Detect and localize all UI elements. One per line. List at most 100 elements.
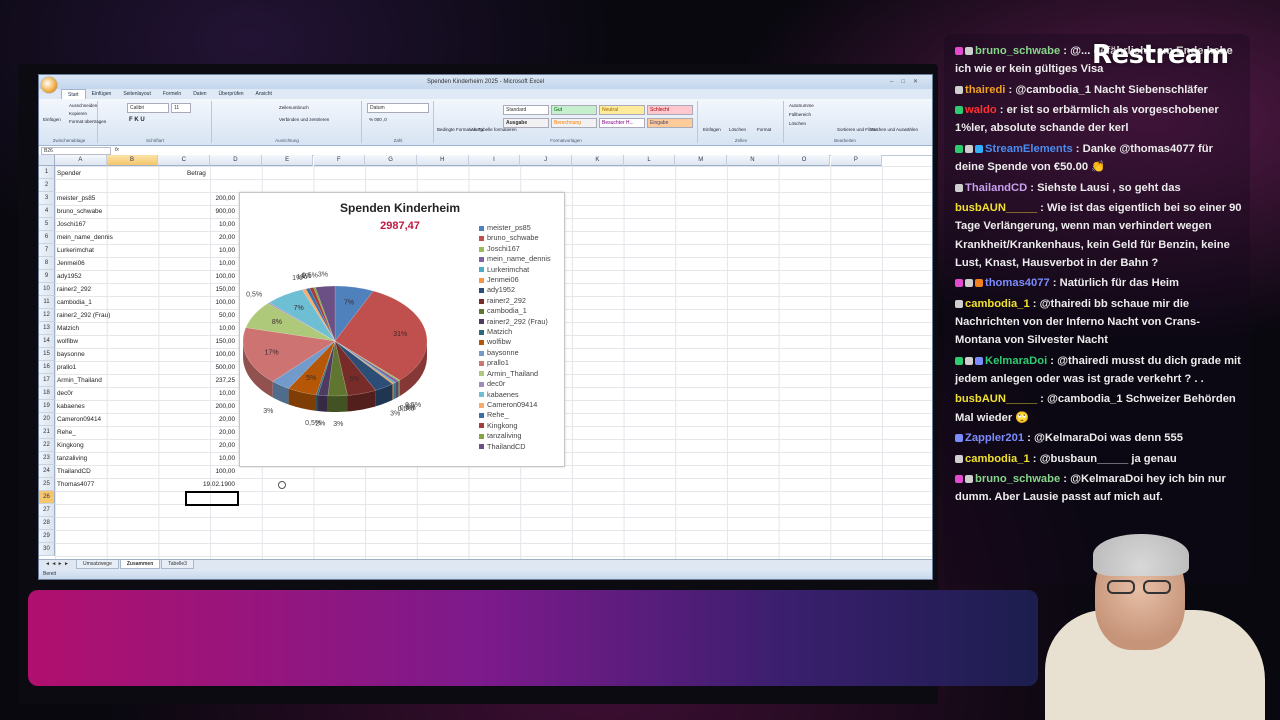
chat-username[interactable]: busbAUN_____ [955, 393, 1037, 405]
row-header[interactable]: 3 [39, 192, 55, 205]
cell-spender[interactable]: Lurkerimchat [57, 244, 94, 256]
row-header[interactable]: 30 [39, 543, 55, 556]
column-header[interactable]: K [572, 155, 624, 166]
cell-spender[interactable]: Thomas4077 [57, 478, 94, 490]
font-size-select[interactable]: 11 [171, 103, 191, 113]
column-header[interactable]: N [727, 155, 779, 166]
chat-username[interactable]: bruno_schwabe [975, 45, 1060, 57]
cell-betrag[interactable]: 200,00 [185, 192, 235, 204]
column-header[interactable]: M [675, 155, 728, 166]
cell-betrag[interactable]: 10,00 [185, 244, 235, 256]
clear-button[interactable]: Löschen [789, 121, 806, 126]
window-controls[interactable]: –□✕ [890, 78, 926, 85]
fx-icon[interactable]: fx [115, 147, 119, 153]
header-betrag[interactable]: Betrag [187, 167, 206, 179]
cell-betrag[interactable]: 10,00 [185, 387, 235, 399]
column-header[interactable]: P [830, 155, 883, 166]
column-header[interactable]: E [261, 155, 314, 166]
cell-betrag[interactable]: 237,25 [185, 374, 235, 386]
row-header[interactable]: 9 [39, 270, 55, 283]
row-header[interactable]: 29 [39, 530, 55, 543]
row-header[interactable]: 15 [39, 348, 55, 361]
column-header[interactable]: B [106, 155, 159, 166]
row-header[interactable]: 17 [39, 374, 55, 387]
cell-betrag[interactable]: 900,00 [185, 205, 235, 217]
cell-betrag[interactable]: 150,00 [185, 283, 235, 295]
select-all-corner[interactable] [39, 155, 55, 166]
ribbon-tab[interactable]: Seitenlayout [117, 89, 157, 99]
row-header[interactable]: 13 [39, 322, 55, 335]
pie-chart[interactable]: 7% 31% 0,5% 1% 0,5% 0,5% 3% 5% 3% 2% 0,5% 5% 3% 17% 8%… [239, 192, 565, 467]
style-schlecht[interactable]: Schlecht [647, 105, 693, 115]
row-header[interactable]: 12 [39, 309, 55, 322]
office-button[interactable] [41, 77, 57, 93]
chat-username[interactable]: thairedi [965, 84, 1005, 96]
chat-username[interactable]: KelmaraDoi [985, 355, 1047, 367]
column-header[interactable]: A [55, 155, 107, 166]
cell-spender[interactable]: prallo1 [57, 361, 76, 373]
sheet-tab[interactable]: Tabelle3 [161, 560, 194, 569]
sheet-tab[interactable]: Umsatzwege [75, 560, 119, 569]
row-header[interactable]: 10 [39, 283, 55, 296]
row-header[interactable]: 26 [39, 491, 55, 504]
row-header[interactable]: 18 [39, 387, 55, 400]
cell-spender[interactable]: rainer2_292 [57, 283, 91, 295]
cell-betrag[interactable]: 500,00 [185, 361, 235, 373]
ribbon-tab[interactable]: Überprüfen [213, 89, 250, 99]
bold-button[interactable]: F K U [129, 117, 145, 123]
column-header[interactable]: F [313, 155, 366, 166]
paste-button[interactable]: Einfügen [43, 117, 61, 122]
cell-betrag[interactable]: 10,00 [185, 257, 235, 269]
cell-spender[interactable]: kabaenes [57, 400, 85, 412]
style-gut[interactable]: Gut [551, 105, 597, 115]
ribbon-tab[interactable]: Daten [187, 89, 212, 99]
cell-betrag[interactable]: 100,00 [185, 270, 235, 282]
delete-cells-button[interactable]: Löschen [729, 127, 746, 132]
insert-cells-button[interactable]: Einfügen [703, 127, 721, 132]
cell-spender[interactable]: baysonne [57, 348, 85, 360]
row-header[interactable]: 24 [39, 465, 55, 478]
cell-spender[interactable]: dec0r [57, 387, 73, 399]
font-name-select[interactable]: Calibri [127, 103, 169, 113]
column-header[interactable]: O [778, 155, 831, 166]
chat-username[interactable]: Zappler201 [965, 432, 1024, 444]
row-header[interactable]: 8 [39, 257, 55, 270]
cell-spender[interactable]: Cameron09414 [57, 413, 101, 425]
column-header[interactable]: H [416, 155, 469, 166]
active-cell[interactable] [185, 491, 239, 506]
cut-button[interactable]: Ausschneiden [69, 103, 97, 108]
cell-spender[interactable]: Armin_Thailand [57, 374, 102, 386]
cell-spender[interactable]: tanzaliving [57, 452, 87, 464]
chat-username[interactable]: waldo [965, 104, 997, 116]
ribbon-tab[interactable]: Ansicht [250, 89, 278, 99]
column-header[interactable]: J [520, 155, 572, 166]
cell-betrag[interactable]: 10,00 [185, 218, 235, 230]
cell-betrag[interactable]: 150,00 [185, 335, 235, 347]
cell-spender[interactable]: ady1952 [57, 270, 82, 282]
sheet-tab[interactable]: Zusammen [119, 560, 161, 569]
cell-spender[interactable]: bruno_schwabe [57, 205, 102, 217]
cell-spender[interactable]: mein_name_dennis [57, 231, 113, 243]
wrap-text-button[interactable]: Zeilenumbruch [279, 105, 309, 110]
style-eingabe[interactable]: Eingabe [647, 118, 693, 128]
header-spender[interactable]: Spender [57, 167, 81, 179]
row-header[interactable]: 19 [39, 400, 55, 413]
chat-username[interactable]: ThailandCD [965, 182, 1027, 194]
cell-betrag[interactable]: 200,00 [185, 400, 235, 412]
cell-spender[interactable]: Matzich [57, 322, 79, 334]
cell-spender[interactable]: Kingkong [57, 439, 84, 451]
cell-spender[interactable]: cambodia_1 [57, 296, 92, 308]
name-box[interactable]: B26 [41, 147, 111, 155]
cell-betrag[interactable]: 20,00 [185, 231, 235, 243]
row-header[interactable]: 21 [39, 426, 55, 439]
row-header[interactable]: 6 [39, 231, 55, 244]
autosum-button[interactable]: AutoSumme [789, 103, 814, 108]
cell-spender[interactable]: Rehe_ [57, 426, 76, 438]
ribbon-tab[interactable]: Start [61, 89, 86, 99]
style-standard[interactable]: Standard [503, 105, 549, 115]
cell-betrag[interactable]: 100,00 [185, 465, 235, 477]
cell-betrag[interactable]: 20,00 [185, 413, 235, 425]
cell-spender[interactable]: rainer2_292 (Frau) [57, 309, 110, 321]
row-header[interactable]: 4 [39, 205, 55, 218]
chat-username[interactable]: thomas4077 [985, 277, 1050, 289]
